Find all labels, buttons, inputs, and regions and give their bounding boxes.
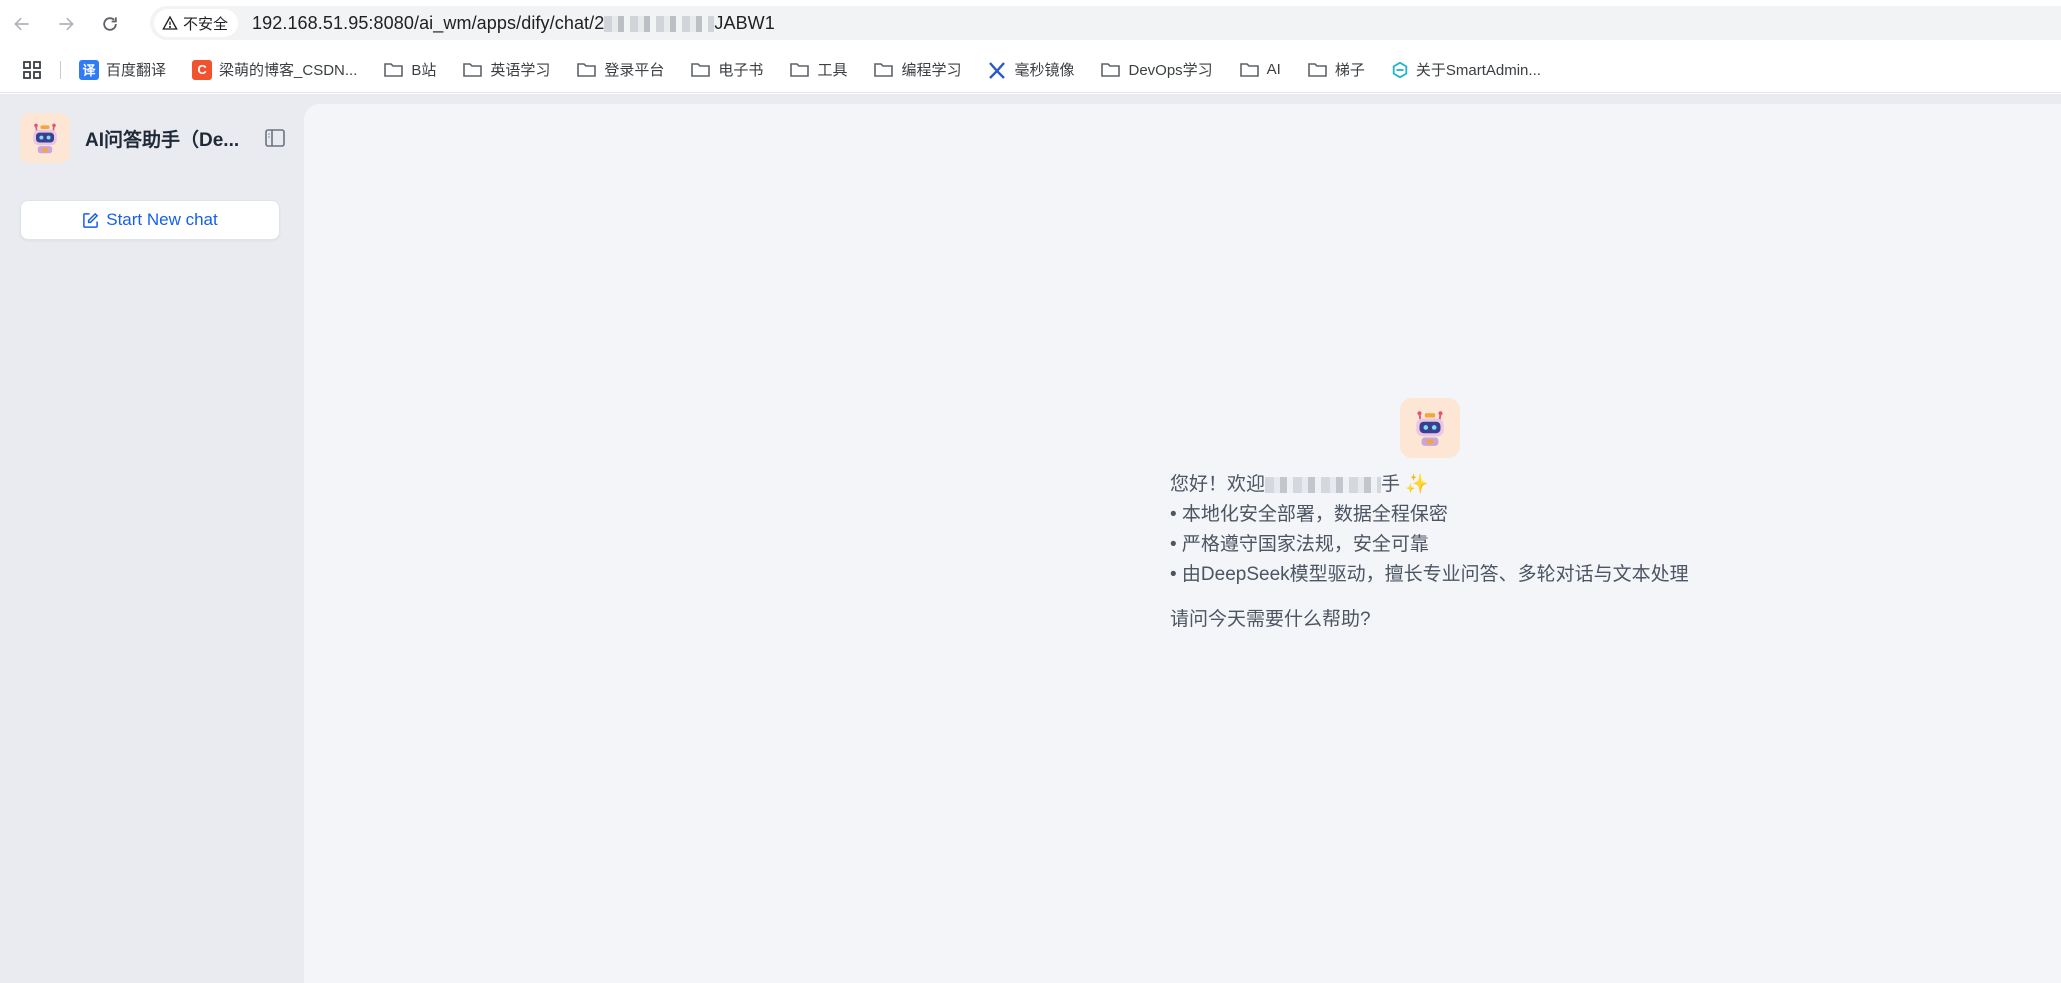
- reload-button[interactable]: [88, 2, 132, 46]
- feature-bullet: • 由DeepSeek模型驱动，擅长专业问答、多轮对话与文本处理: [1170, 564, 1689, 585]
- folder-icon: [463, 62, 483, 77]
- folder-icon: [577, 62, 597, 77]
- folder-icon: [691, 62, 711, 77]
- bookmark-item[interactable]: 毫秒镜像: [987, 59, 1074, 80]
- bookmark-label: AI: [1266, 61, 1281, 78]
- warning-icon: [162, 15, 178, 30]
- bookmark-item[interactable]: 梯子: [1307, 59, 1365, 80]
- bookmark-item[interactable]: B站: [383, 59, 436, 80]
- bookmark-label: 梯子: [1334, 62, 1365, 79]
- feature-bullet: • 本地化安全部署，数据全程保密: [1170, 504, 1448, 525]
- bookmark-item[interactable]: 工具: [789, 59, 847, 80]
- start-new-chat-label: Start New chat: [106, 210, 218, 229]
- bookmarks-list: 译百度翻译 C 梁萌的博客_CSDN... B站 英语学习 登录平台 电子书 工具 编程学习 毫秒…: [79, 59, 1567, 80]
- assistant-avatar: [1400, 398, 1460, 458]
- bookmark-label: 英语学习: [490, 62, 551, 79]
- back-button[interactable]: [0, 2, 44, 46]
- greeting-line: 您好！欢迎 手 ✨: [1170, 470, 1689, 500]
- bookmark-item[interactable]: 关于SmartAdmin...: [1391, 59, 1541, 80]
- app-container: AI问答助手（De... Start New chat 您好！欢迎 手 ✨ • …: [0, 94, 2061, 983]
- apps-grid-icon[interactable]: [22, 60, 42, 80]
- bookmark-item[interactable]: 英语学习: [462, 59, 550, 80]
- redacted-name: [1265, 476, 1382, 493]
- bookmark-label: 编程学习: [901, 62, 962, 79]
- forward-button[interactable]: [44, 2, 88, 46]
- sidebar-header: AI问答助手（De...: [20, 113, 286, 163]
- bookmark-item[interactable]: 译百度翻译: [79, 59, 166, 80]
- start-new-chat-button[interactable]: Start New chat: [20, 200, 280, 240]
- security-label: 不安全: [183, 15, 229, 33]
- bookmark-label: 毫秒镜像: [1014, 62, 1075, 79]
- app-avatar: [20, 113, 70, 163]
- arrow-left-icon: [14, 17, 29, 30]
- folder-icon: [1239, 62, 1259, 77]
- robot-icon: [1416, 411, 1444, 446]
- url-prefix: 192.168.51.95:8080/ai_wm/apps/dify/chat/…: [252, 12, 605, 33]
- welcome-message: 您好！欢迎 手 ✨ • 本地化安全部署，数据全程保密 • 严格遵守国家法规，安全可…: [1170, 470, 1689, 635]
- smartadmin-icon: [1392, 61, 1408, 78]
- bookmark-label: B站: [411, 62, 437, 79]
- reload-icon: [103, 16, 117, 31]
- bookmark-item[interactable]: 电子书: [690, 59, 763, 80]
- sidebar: AI问答助手（De... Start New chat: [0, 94, 304, 983]
- bookmark-item[interactable]: 登录平台: [576, 59, 664, 80]
- bookmarks-divider: [60, 60, 61, 79]
- bookmark-item[interactable]: C 梁萌的博客_CSDN...: [192, 59, 357, 80]
- chat-main-area: 您好！欢迎 手 ✨ • 本地化安全部署，数据全程保密 • 严格遵守国家法规，安全可…: [304, 104, 2061, 983]
- security-indicator[interactable]: 不安全: [154, 9, 239, 37]
- address-bar[interactable]: 不安全 192.168.51.95:8080/ai_wm/apps/dify/c…: [150, 6, 2061, 40]
- bookmark-label: DevOps学习: [1128, 62, 1213, 79]
- greeting-prefix: 您好！欢迎: [1170, 474, 1266, 495]
- help-question: 请问今天需要什么帮助?: [1170, 609, 1371, 630]
- browser-toolbar: 不安全 192.168.51.95:8080/ai_wm/apps/dify/c…: [0, 0, 2061, 47]
- folder-icon: [1308, 62, 1327, 77]
- bookmark-label: 百度翻译: [106, 62, 167, 79]
- bookmarks-bar: 译百度翻译 C 梁萌的博客_CSDN... B站 英语学习 登录平台 电子书 工具 编程学习 毫秒…: [0, 47, 2061, 93]
- folder-icon: [384, 62, 404, 77]
- url-redacted-segment: [604, 15, 715, 32]
- bookmark-label: 关于SmartAdmin...: [1415, 62, 1541, 79]
- bookmark-label: 电子书: [718, 62, 764, 79]
- folder-icon: [1101, 62, 1121, 77]
- url-suffix: JABW1: [714, 12, 775, 33]
- mirror-icon: [989, 61, 1006, 79]
- bookmark-item[interactable]: 编程学习: [873, 59, 961, 80]
- url-text[interactable]: 192.168.51.95:8080/ai_wm/apps/dify/chat/…: [252, 13, 775, 34]
- robot-icon: [33, 123, 57, 154]
- feature-bullet: • 严格遵守国家法规，安全可靠: [1170, 534, 1429, 555]
- sidebar-toggle-icon[interactable]: [264, 128, 286, 148]
- bookmark-label: 梁萌的博客_CSDN...: [219, 62, 358, 79]
- greeting-suffix: 手 ✨: [1381, 474, 1429, 495]
- folder-icon: [874, 62, 894, 77]
- edit-icon: [83, 212, 99, 228]
- baidu-translate-icon: 译: [79, 59, 99, 80]
- bookmark-label: 登录平台: [604, 62, 665, 79]
- bookmark-label: 工具: [817, 62, 848, 79]
- bookmark-item[interactable]: AI: [1239, 61, 1281, 79]
- folder-icon: [790, 62, 810, 77]
- bookmark-item[interactable]: DevOps学习: [1100, 59, 1213, 80]
- arrow-right-icon: [59, 17, 74, 30]
- app-title: AI问答助手（De...: [85, 129, 240, 151]
- csdn-icon: C: [192, 59, 213, 80]
